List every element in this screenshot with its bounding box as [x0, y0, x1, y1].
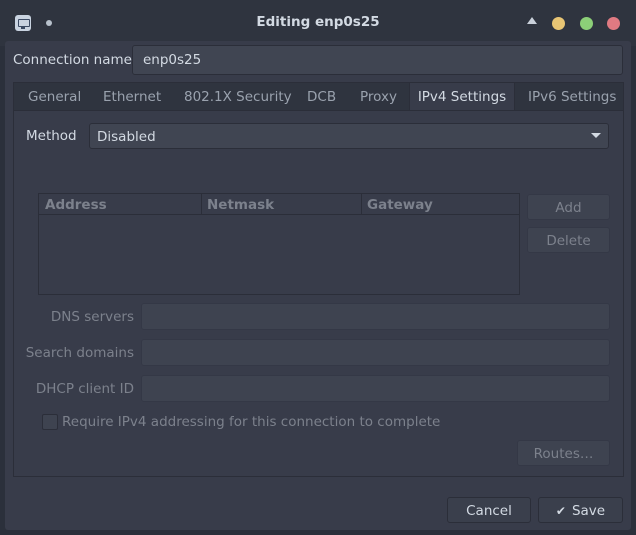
- check-icon: ✔: [555, 504, 566, 518]
- search-domains-input[interactable]: [141, 339, 610, 366]
- require-ipv4-checkbox[interactable]: [42, 414, 58, 430]
- save-button-label: Save: [571, 503, 606, 519]
- save-button[interactable]: ✔ Save: [538, 497, 623, 523]
- dhcp-client-id-label: DHCP client ID: [35, 381, 134, 397]
- search-domains-label: Search domains: [25, 345, 134, 361]
- minimize-button[interactable]: [552, 17, 565, 30]
- dhcp-client-id-input[interactable]: [141, 375, 610, 402]
- window-title: Editing enp0s25: [256, 14, 380, 30]
- cancel-button[interactable]: Cancel: [447, 497, 531, 523]
- tab-ipv4-settings[interactable]: IPv4 Settings: [409, 83, 515, 112]
- add-address-button[interactable]: Add: [527, 194, 610, 220]
- routes-button[interactable]: Routes…: [517, 440, 610, 466]
- tab-dcb[interactable]: DCB: [307, 83, 336, 111]
- dns-servers-label: DNS servers: [50, 309, 134, 325]
- tab-ipv6-settings[interactable]: IPv6 Settings: [528, 83, 616, 111]
- title-bar: Editing enp0s25: [0, 0, 636, 46]
- connection-name-label: Connection name: [13, 52, 132, 68]
- tab-proxy[interactable]: Proxy: [360, 83, 397, 111]
- require-ipv4-label: Require IPv4 addressing for this connect…: [62, 414, 441, 430]
- delete-address-button[interactable]: Delete: [527, 227, 610, 253]
- tab-general[interactable]: General: [28, 83, 81, 111]
- settings-tabs: General Ethernet 802.1X Security DCB Pro…: [13, 82, 624, 112]
- connection-name-input[interactable]: [132, 45, 623, 75]
- method-dropdown[interactable]: Disabled: [89, 123, 609, 149]
- column-header-gateway[interactable]: Gateway: [361, 194, 439, 214]
- method-label: Method: [26, 128, 77, 144]
- column-header-netmask[interactable]: Netmask: [201, 194, 280, 214]
- dns-servers-input[interactable]: [141, 303, 610, 330]
- addresses-table[interactable]: Address Netmask Gateway: [38, 193, 520, 295]
- close-button[interactable]: [607, 17, 620, 30]
- tab-ethernet[interactable]: Ethernet: [103, 83, 161, 111]
- maximize-button[interactable]: [580, 17, 593, 30]
- addresses-table-header: Address Netmask Gateway: [39, 194, 519, 215]
- tab-802-1x-security[interactable]: 802.1X Security: [184, 83, 292, 111]
- chevron-down-icon: [591, 133, 601, 138]
- keep-above-icon[interactable]: [527, 17, 537, 24]
- column-header-address[interactable]: Address: [39, 194, 113, 214]
- method-value: Disabled: [97, 129, 156, 145]
